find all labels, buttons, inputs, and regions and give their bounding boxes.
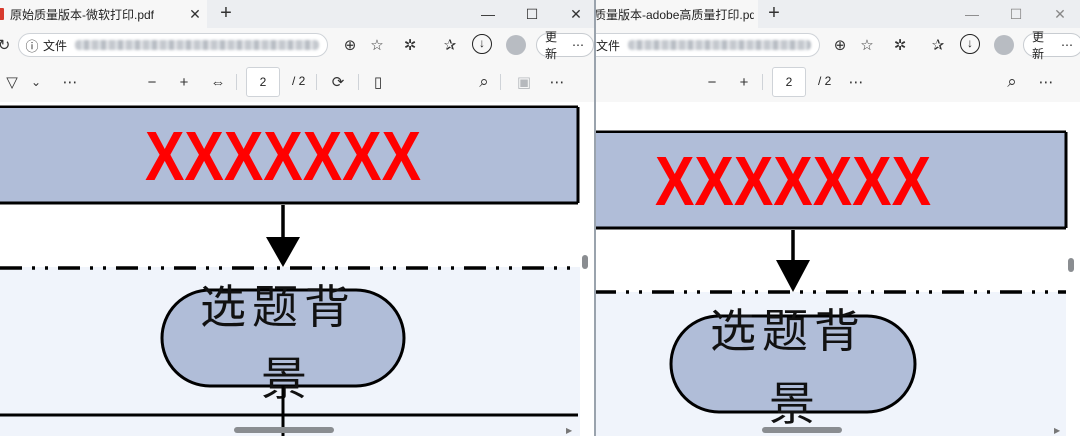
horizontal-scrollbar-thumb[interactable] [762, 427, 842, 433]
more-icon: ⋯ [1061, 38, 1074, 52]
close-tab-icon[interactable]: ✕ [183, 6, 207, 23]
update-button[interactable]: 更新 ⋯ [1023, 30, 1080, 61]
tab-pdf-left[interactable]: 原始质量版本-微软打印.pdf ✕ [0, 0, 207, 28]
minimize-button[interactable]: — [950, 0, 994, 28]
chevron-down-icon[interactable]: ⌄ [24, 70, 48, 94]
tab-title: 质量版本-adobe高质量打印.pdf [594, 7, 754, 22]
avatar[interactable] [506, 35, 526, 55]
new-tab-button[interactable]: + [760, 0, 788, 28]
address-bar: 文件 ⊕ ☆ ✲ ✰ ↓ 更新 ⋯ [594, 28, 1080, 62]
page-number-input[interactable]: 2 [246, 67, 280, 97]
maximize-button[interactable]: ☐ [994, 0, 1038, 28]
tab-pdf-right[interactable]: 质量版本-adobe高质量打印.pdf [594, 0, 758, 28]
info-icon[interactable]: ⓘ [23, 33, 41, 57]
more-icon: ⋯ [572, 38, 585, 52]
rotate-icon[interactable]: ⟳ [326, 70, 350, 94]
zoom-icon[interactable]: ⊕ [338, 33, 362, 57]
refresh-icon[interactable]: ↻ [0, 33, 16, 57]
collections-icon[interactable]: ✰ [926, 33, 950, 57]
download-icon[interactable]: ↓ [472, 34, 492, 54]
extensions-icon[interactable]: ✲ [398, 33, 422, 57]
zoom-in-icon[interactable]: + [172, 70, 196, 94]
banner-text: XXXXXXX [145, 117, 421, 195]
avatar[interactable] [994, 35, 1014, 55]
fit-page-icon[interactable]: ⇔ [206, 70, 230, 94]
browser-window-left: 原始质量版本-微软打印.pdf ✕ + — ☐ ✕ ↻ ⓘ 文件 ⊕ ☆ ✲ ✰… [0, 0, 594, 436]
more-icon[interactable]: ⋯ [545, 70, 569, 94]
title-bar: 原始质量版本-微软打印.pdf ✕ + — ☐ ✕ [0, 0, 594, 28]
divider [236, 74, 237, 90]
divider [500, 74, 501, 90]
more-icon[interactable]: ⋯ [1034, 70, 1058, 94]
pdf-page: XXXXXXX 选题背 景 [594, 130, 1068, 436]
more-icon[interactable]: ⋯ [58, 70, 82, 94]
blurred-url [628, 40, 811, 50]
address-bar: ↻ ⓘ 文件 ⊕ ☆ ✲ ✰ ↓ 更新 ⋯ [0, 28, 594, 62]
pdf-toolbar: − + 2 / 2 ⋯ ⌕ ⋯ [594, 62, 1080, 103]
pdf-toolbar: ▽ ⌄ ⋯ − + ⇔ 2 / 2 ⟳ ▯ ⌕ ▣ ⋯ [0, 62, 594, 103]
banner-text: XXXXXXX [655, 142, 931, 220]
filter-icon[interactable]: ▽ [0, 70, 24, 94]
zoom-out-icon[interactable]: − [700, 70, 724, 94]
scroll-right-arrow-icon[interactable]: ▶ [566, 426, 572, 435]
close-window-button[interactable]: ✕ [1038, 0, 1080, 28]
two-page-icon[interactable]: ▯ [366, 70, 390, 94]
node-text-line2: 景 [769, 377, 815, 431]
flow-arrow-head [266, 237, 300, 267]
url-field[interactable]: ⓘ 文件 [18, 33, 328, 57]
zoom-out-icon[interactable]: − [140, 70, 164, 94]
tab-title: 原始质量版本-微软打印.pdf [10, 7, 155, 22]
favorite-icon[interactable]: ☆ [855, 33, 879, 57]
pdf-viewport[interactable]: XXXXXXX 选题背 景 ▶ [594, 102, 1080, 436]
address-label: 文件 [596, 38, 621, 53]
address-label: 文件 [43, 38, 68, 53]
divider [316, 74, 317, 90]
download-icon[interactable]: ↓ [960, 34, 980, 54]
maximize-button[interactable]: ☐ [510, 0, 554, 28]
update-button[interactable]: 更新 ⋯ [536, 30, 594, 61]
close-window-button[interactable]: ✕ [554, 0, 594, 28]
vertical-scrollbar-thumb[interactable] [582, 255, 588, 269]
pdf-icon [0, 8, 4, 20]
horizontal-scrollbar-thumb[interactable] [234, 427, 334, 433]
vertical-scrollbar-thumb[interactable] [1068, 258, 1074, 272]
browser-window-right: 质量版本-adobe高质量打印.pdf + — ☐ ✕ 文件 ⊕ ☆ ✲ ✰ ↓… [594, 0, 1080, 436]
minimize-button[interactable]: — [466, 0, 510, 28]
pdf-page: XXXXXXX 选题背 景 [0, 105, 580, 436]
favorite-icon[interactable]: ☆ [365, 33, 389, 57]
search-icon[interactable]: ⌕ [1000, 70, 1024, 94]
divider [762, 74, 763, 90]
new-tab-button[interactable]: + [212, 0, 240, 28]
node-text-line1: 选题背 [710, 304, 866, 358]
node-text-line1: 选题背 [200, 280, 356, 334]
window-controls: — ☐ ✕ [466, 0, 594, 28]
divider [358, 74, 359, 90]
title-bar: 质量版本-adobe高质量打印.pdf + — ☐ ✕ [594, 0, 1080, 28]
page-number-input[interactable]: 2 [772, 67, 806, 97]
window-controls: — ☐ ✕ [950, 0, 1080, 28]
zoom-icon[interactable]: ⊕ [828, 33, 852, 57]
update-label: 更新 [545, 30, 558, 61]
save-icon[interactable]: ▣ [512, 70, 536, 94]
zoom-in-icon[interactable]: + [732, 70, 756, 94]
blurred-url [75, 40, 319, 50]
update-label: 更新 [1032, 30, 1045, 61]
more-icon[interactable]: ⋯ [844, 70, 868, 94]
page-total: / 2 [818, 74, 832, 88]
page-total: / 2 [292, 74, 306, 88]
pdf-viewport[interactable]: XXXXXXX 选题背 景 ▶ [0, 102, 594, 436]
url-field[interactable]: 文件 [594, 33, 820, 57]
search-icon[interactable]: ⌕ [472, 70, 496, 94]
flow-arrow-head [776, 260, 810, 292]
scroll-right-arrow-icon[interactable]: ▶ [1054, 426, 1060, 435]
collections-icon[interactable]: ✰ [438, 33, 462, 57]
extensions-icon[interactable]: ✲ [888, 33, 912, 57]
